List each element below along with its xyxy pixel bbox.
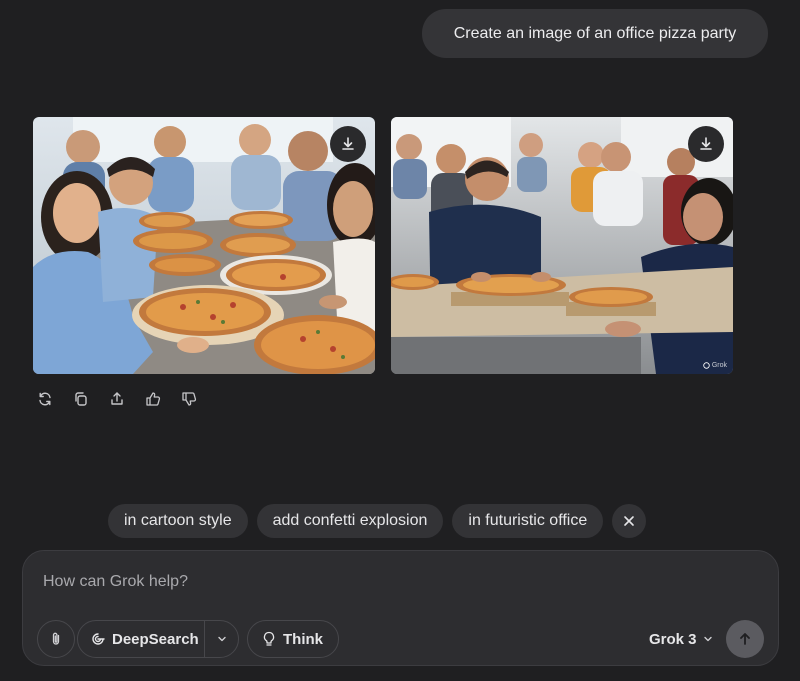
deepsearch-icon (92, 633, 105, 645)
grok-watermark: Grok (703, 362, 727, 369)
suggestion-chip-confetti[interactable]: add confetti explosion (256, 504, 444, 538)
thumbs-up-button[interactable] (138, 388, 168, 410)
response-actions (30, 388, 204, 410)
model-label: Grok 3 (649, 630, 697, 648)
dismiss-suggestions-button[interactable] (612, 504, 647, 538)
composer-toolbar: DeepSearch Think Grok 3 (37, 620, 764, 658)
deepsearch-label: DeepSearch (112, 630, 199, 648)
suggestion-chip-cartoon[interactable]: in cartoon style (108, 504, 248, 538)
share-button[interactable] (102, 388, 132, 410)
close-icon (624, 516, 635, 526)
model-selector[interactable]: Grok 3 (649, 620, 713, 658)
deepsearch-button[interactable]: DeepSearch (78, 621, 204, 657)
send-button[interactable] (726, 620, 764, 658)
download-button[interactable] (688, 126, 724, 162)
chevron-down-icon (703, 636, 712, 642)
think-label: Think (283, 630, 323, 648)
paperclip-icon (52, 632, 60, 645)
download-button[interactable] (330, 126, 366, 162)
deepsearch-dropdown[interactable] (205, 621, 238, 657)
regenerate-button[interactable] (30, 388, 60, 410)
generated-image-2[interactable]: Grok (391, 117, 733, 374)
lightbulb-icon (263, 631, 275, 646)
watermark-text: Grok (711, 362, 727, 369)
regenerate-icon (39, 392, 51, 406)
suggestion-chip-futuristic[interactable]: in futuristic office (452, 504, 604, 538)
download-icon (700, 137, 712, 150)
deepsearch-control: DeepSearch (77, 620, 239, 658)
attach-button[interactable] (37, 620, 75, 658)
copy-icon (75, 392, 87, 406)
thumbs-down-icon (182, 392, 197, 406)
arrow-up-icon (740, 633, 750, 645)
suggestion-chips: in cartoon style add confetti explosion … (108, 504, 647, 538)
grok-chat-page: Create an image of an office pizza party (0, 0, 800, 681)
generated-image-1[interactable] (33, 117, 375, 374)
share-icon (111, 392, 123, 405)
thumbs-up-icon (146, 392, 161, 406)
thumbs-down-button[interactable] (174, 388, 204, 410)
chevron-down-icon (217, 636, 226, 642)
grok-logo-icon (703, 362, 710, 369)
message-composer: DeepSearch Think Grok 3 (22, 550, 779, 666)
user-message-text: Create an image of an office pizza party (453, 24, 737, 42)
user-message-bubble: Create an image of an office pizza party (422, 9, 768, 58)
download-icon (342, 137, 354, 150)
pizza-party-photo-2 (391, 117, 733, 374)
think-button[interactable]: Think (247, 620, 339, 658)
pizza-party-photo-1 (33, 117, 375, 374)
copy-button[interactable] (66, 388, 96, 410)
prompt-input[interactable] (43, 573, 723, 591)
